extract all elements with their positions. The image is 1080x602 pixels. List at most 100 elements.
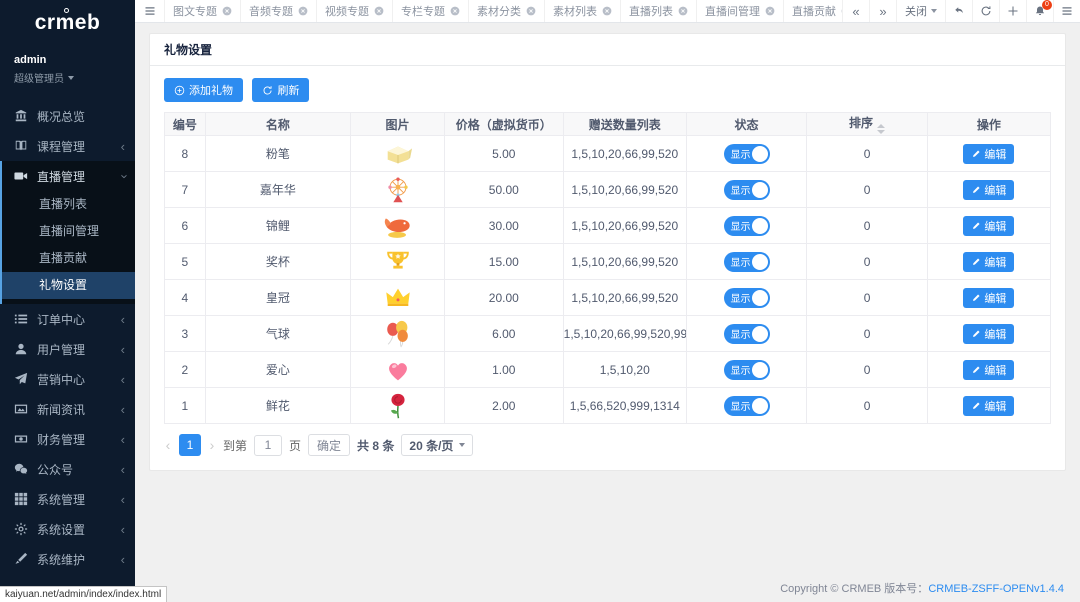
sidebar-item-system-maintenance[interactable]: 系统维护‹ [0,544,135,574]
gift-quantity-list: 1,5,10,20 [563,352,686,388]
logo-text: crmeb [35,11,101,35]
tab-live-room-management[interactable]: 直播间管理 [697,0,784,22]
edit-button[interactable]: 编辑 [963,252,1014,272]
scroll-tabs-right-icon[interactable]: » [869,0,896,22]
sidebar-group-live: 直播管理‹直播列表直播间管理直播贡献礼物设置 [0,161,135,304]
sidebar-item-orders[interactable]: 订单中心‹ [0,304,135,334]
marketing-icon [14,372,28,386]
sidebar-item-courses[interactable]: 课程管理‹ [0,131,135,161]
status-toggle[interactable]: 显示 [724,252,770,272]
close-tab-icon[interactable] [222,6,232,16]
add-gift-button[interactable]: 添加礼物 [164,78,243,102]
close-tabs-dropdown[interactable]: 关闭 [896,0,945,22]
tab-video-topics[interactable]: 视频专题 [317,0,393,22]
status-toggle[interactable]: 显示 [724,288,770,308]
close-tab-icon[interactable] [678,6,688,16]
notifications-bell-icon[interactable]: 0 [1026,0,1053,22]
sidebar-subitem-live-list[interactable]: 直播列表 [2,191,135,218]
status-toggle[interactable]: 显示 [724,360,770,380]
tab-material-categories[interactable]: 素材分类 [469,0,545,22]
sidebar-item-wechat[interactable]: 公众号‹ [0,454,135,484]
prev-page-button[interactable]: ‹ [164,437,172,453]
app-logo[interactable]: crmeb [0,0,135,46]
sidebar-item-users[interactable]: 用户管理‹ [0,334,135,364]
status-toggle[interactable]: 显示 [724,396,770,416]
gift-image-cell [351,388,445,424]
toggle-knob [752,398,768,414]
tab-live-contribution[interactable]: 直播贡献 [784,0,842,22]
edit-button[interactable]: 编辑 [963,180,1014,200]
scroll-tabs-left-icon[interactable]: « [842,0,869,22]
user-role-dropdown[interactable]: 超级管理员 [14,70,121,85]
refresh-button[interactable]: 刷新 [252,78,309,102]
next-page-button[interactable]: › [208,437,216,453]
edit-button[interactable]: 编辑 [963,324,1014,344]
status-toggle[interactable]: 显示 [724,180,770,200]
fullscreen-icon[interactable] [999,0,1026,22]
table-header-row: 编号名称图片价格（虚拟货币）赠送数量列表状态排序操作 [165,113,1051,136]
close-tab-icon[interactable] [374,6,384,16]
goto-prefix-label: 到第 [223,437,247,454]
status-toggle[interactable]: 显示 [724,324,770,344]
tab-column-topics[interactable]: 专栏专题 [393,0,469,22]
status-toggle-label: 显示 [731,398,751,413]
close-tab-icon[interactable] [526,6,536,16]
sidebar-item-overview[interactable]: 概况总览 [0,101,135,131]
per-page-select[interactable]: 20 条/页 [401,434,473,456]
sidebar-item-marketing[interactable]: 营销中心‹ [0,364,135,394]
toggle-knob [752,146,768,162]
table-row: 4皇冠20.001,5,10,20,66,99,520显示0编辑 [165,280,1051,316]
gift-quantity-list: 1,5,10,20,66,99,520 [563,208,686,244]
close-tab-icon[interactable] [298,6,308,16]
goto-confirm-button[interactable]: 确定 [308,434,350,456]
sidebar-group-system-maintenance: 系统维护‹ [0,544,135,574]
goto-page-input[interactable] [254,435,282,456]
user-icon [14,342,28,356]
version-link[interactable]: CRMEB-ZSFF-OPENv1.4.4 [928,583,1064,595]
current-page-button[interactable]: 1 [179,434,201,456]
sidebar-item-label: 财务管理 [37,431,85,448]
close-tab-icon[interactable] [450,6,460,16]
tab-label: 专栏专题 [401,3,445,19]
gift-image-cell [351,316,445,352]
edit-button[interactable]: 编辑 [963,396,1014,416]
sidebar-item-system-management[interactable]: 系统管理‹ [0,484,135,514]
sidebar-item-live[interactable]: 直播管理‹ [2,161,135,191]
gift-id: 7 [165,172,206,208]
collapse-sidebar-icon[interactable] [135,0,165,22]
chevron-left-icon: ‹ [121,313,125,326]
status-toggle[interactable]: 显示 [724,216,770,236]
menu-icon[interactable] [1053,0,1080,22]
sidebar-item-finance[interactable]: 财务管理‹ [0,424,135,454]
gift-quantity-list: 1,5,10,20,66,99,520 [563,280,686,316]
edit-button[interactable]: 编辑 [963,144,1014,164]
sidebar-item-news[interactable]: 新闻资讯‹ [0,394,135,424]
status-toggle[interactable]: 显示 [724,144,770,164]
chevron-down-icon [68,76,74,80]
sidebar-subitem-live-room-management[interactable]: 直播间管理 [2,218,135,245]
per-page-value: 20 条/页 [409,437,453,454]
sidebar-item-system-settings[interactable]: 系统设置‹ [0,514,135,544]
sidebar-subitem-live-contribution[interactable]: 直播贡献 [2,245,135,272]
gift-id: 4 [165,280,206,316]
gift-sort: 0 [807,352,927,388]
edit-button[interactable]: 编辑 [963,216,1014,236]
edit-button[interactable]: 编辑 [963,360,1014,380]
tab-live-list[interactable]: 直播列表 [621,0,697,22]
sort-carets-icon[interactable] [877,124,885,134]
tab-material-list[interactable]: 素材列表 [545,0,621,22]
gift-sort: 0 [807,136,927,172]
balloons-icon [383,326,413,340]
column-header[interactable]: 排序 [807,113,927,136]
edit-button[interactable]: 编辑 [963,288,1014,308]
refresh-page-icon[interactable] [972,0,999,22]
order-icon [14,312,28,326]
tab-article-topics[interactable]: 图文专题 [165,0,241,22]
sidebar-subitem-gift-settings[interactable]: 礼物设置 [2,272,135,299]
close-tab-icon[interactable] [765,6,775,16]
footer: Copyright © CRMEB 版本号：CRMEB-ZSFF-OPENv1.… [780,580,1064,596]
close-tab-icon[interactable] [602,6,612,16]
tab-audio-topics[interactable]: 音频专题 [241,0,317,22]
tab-label: 素材分类 [477,3,521,19]
undo-icon[interactable] [945,0,972,22]
